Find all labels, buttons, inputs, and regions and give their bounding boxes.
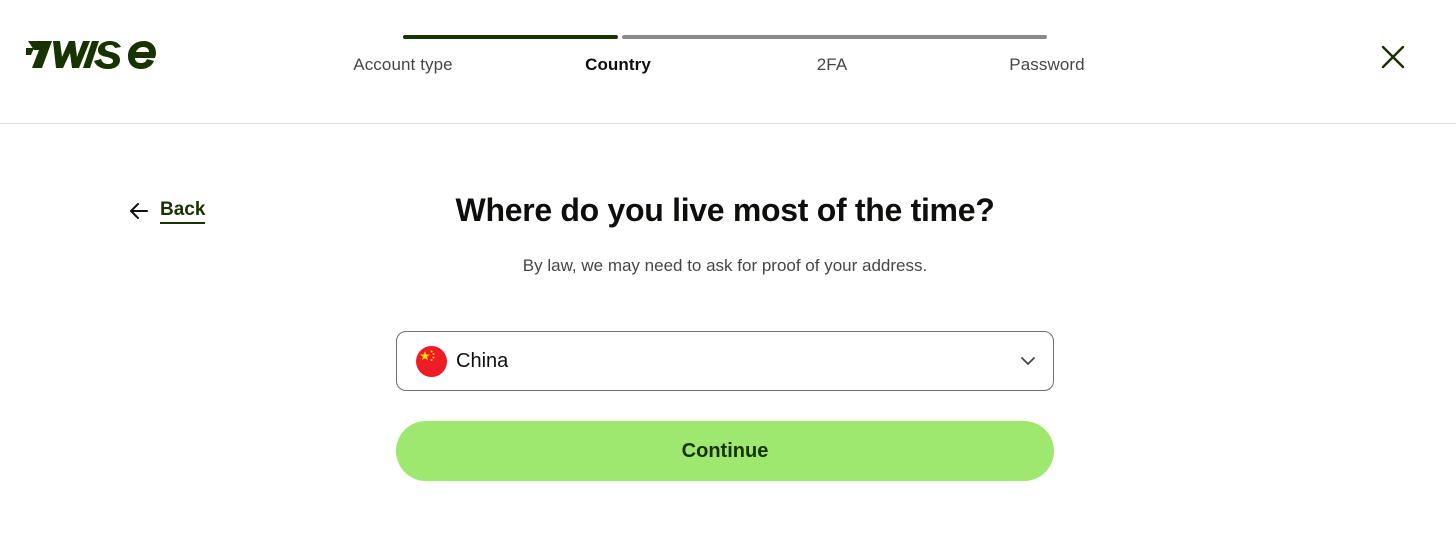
china-flag-icon [416,346,447,377]
step-account-type[interactable]: Account type [303,55,503,75]
step-password: Password [1009,55,1085,74]
close-icon [1381,45,1405,69]
close-button[interactable] [1378,42,1408,72]
page-subtitle: By law, we may need to ask for proof of … [522,256,928,275]
continue-button[interactable]: Continue [396,421,1054,481]
step-country: Country [585,55,651,74]
page-title: Where do you live most of the time? [455,192,995,228]
chevron-down-icon [1021,357,1035,365]
progress-stepper: Account type Country 2FA Password [0,0,1456,124]
country-select[interactable]: China [396,331,1054,391]
country-select-value: China [456,350,509,372]
step-2fa: 2FA [816,55,848,74]
progress-bar-remaining [622,35,1047,39]
top-bar: Account type Country 2FA Password [0,0,1456,124]
progress-bar-completed [403,35,618,39]
